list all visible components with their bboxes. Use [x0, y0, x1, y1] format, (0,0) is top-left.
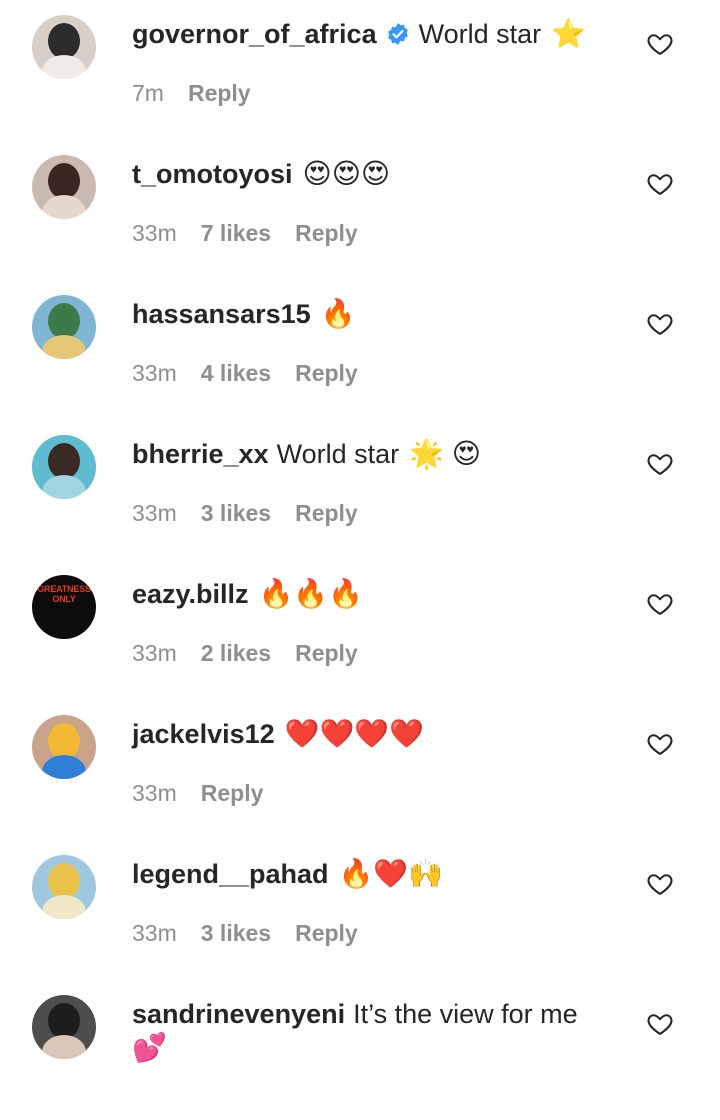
- comment-row: governor_of_africa World star ⭐ 7m Reply: [0, 0, 720, 140]
- comment-body: jackelvis12 ❤️❤️❤️❤️: [132, 714, 424, 754]
- comment-meta: 7m Reply: [132, 78, 275, 108]
- avatar[interactable]: [32, 295, 96, 359]
- comment-time: 33m: [132, 919, 177, 946]
- avatar-label: GREATNESS ONLY: [37, 584, 91, 604]
- comment-meta: 33m 3 likes Reply: [132, 918, 382, 948]
- heart-outline-icon[interactable]: [646, 30, 674, 58]
- comment-meta: 33m 2 likes Reply: [132, 638, 382, 668]
- comment-username[interactable]: bherrie_xx: [132, 436, 269, 472]
- reply-button[interactable]: Reply: [295, 500, 358, 527]
- comment-text: World star: [418, 19, 542, 49]
- comment-emoji: ❤️❤️❤️❤️: [284, 718, 425, 749]
- comment-row: t_omotoyosi 😍😍😍 33m 7 likes Reply: [0, 140, 720, 280]
- comment-body: governor_of_africa World star ⭐: [132, 14, 586, 54]
- comment-body: legend__pahad 🔥❤️🙌: [132, 854, 443, 894]
- comment-time: 33m: [132, 219, 177, 246]
- comment-row: GREATNESS ONLY eazy.billz 🔥🔥🔥 33m 2 likes Rep…: [0, 560, 720, 700]
- comment-row: sandrinevenyeni It’s the view for me 💕: [0, 980, 720, 1120]
- comment-likes[interactable]: 3 likes: [201, 500, 271, 527]
- comment-username[interactable]: governor_of_africa: [132, 16, 377, 52]
- avatar[interactable]: [32, 155, 96, 219]
- reply-button[interactable]: Reply: [295, 640, 358, 667]
- comment-likes[interactable]: 7 likes: [201, 220, 271, 247]
- comment-emoji: 🌟 😍: [409, 438, 481, 469]
- avatar[interactable]: GREATNESS ONLY: [32, 575, 96, 639]
- comment-emoji: 🔥❤️🙌: [338, 858, 444, 889]
- comment-row: bherrie_xx World star 🌟 😍 33m 3 likes Reply: [0, 420, 720, 560]
- avatar[interactable]: [32, 15, 96, 79]
- heart-outline-icon[interactable]: [646, 310, 674, 338]
- comment-body: sandrinevenyeni It’s the view for me: [132, 994, 578, 1034]
- comment-time: 33m: [132, 499, 177, 526]
- avatar[interactable]: [32, 855, 96, 919]
- comment-username[interactable]: t_omotoyosi: [132, 156, 293, 192]
- comment-likes[interactable]: 4 likes: [201, 360, 271, 387]
- comment-body: t_omotoyosi 😍😍😍: [132, 154, 390, 194]
- reply-button[interactable]: Reply: [295, 220, 358, 247]
- comment-time: 33m: [132, 359, 177, 386]
- heart-outline-icon[interactable]: [646, 590, 674, 618]
- comment-emoji: 🔥: [320, 298, 356, 329]
- comment-emoji: 💕: [132, 1032, 167, 1063]
- comment-row: hassansars15 🔥 33m 4 likes Reply: [0, 280, 720, 420]
- avatar[interactable]: [32, 715, 96, 779]
- comment-time: 7m: [132, 79, 164, 106]
- comment-emoji: 🔥🔥🔥: [258, 578, 364, 609]
- comment-meta: 33m 3 likes Reply: [132, 498, 382, 528]
- comment-row: jackelvis12 ❤️❤️❤️❤️ 33m Reply: [0, 700, 720, 840]
- comment-meta: 33m Reply: [132, 778, 287, 808]
- comment-row: legend__pahad 🔥❤️🙌 33m 3 likes Reply: [0, 840, 720, 980]
- comment-body: bherrie_xx World star 🌟 😍: [132, 434, 481, 474]
- comment-likes[interactable]: 2 likes: [201, 640, 271, 667]
- avatar[interactable]: [32, 995, 96, 1059]
- comment-emoji: ⭐: [551, 18, 586, 49]
- reply-button[interactable]: Reply: [188, 80, 251, 107]
- comment-meta: 33m 7 likes Reply: [132, 218, 382, 248]
- comment-text: World star: [276, 439, 400, 469]
- reply-button[interactable]: Reply: [201, 780, 264, 807]
- reply-button[interactable]: Reply: [295, 920, 358, 947]
- heart-outline-icon[interactable]: [646, 1010, 674, 1038]
- reply-button[interactable]: Reply: [295, 360, 358, 387]
- comment-username[interactable]: jackelvis12: [132, 716, 275, 752]
- verified-badge-icon: [385, 21, 411, 47]
- comment-body: eazy.billz 🔥🔥🔥: [132, 574, 363, 614]
- comment-emoji: 😍😍😍: [302, 158, 391, 189]
- comment-time: 33m: [132, 779, 177, 806]
- comment-username[interactable]: eazy.billz: [132, 576, 249, 612]
- heart-outline-icon[interactable]: [646, 730, 674, 758]
- heart-outline-icon[interactable]: [646, 870, 674, 898]
- heart-outline-icon[interactable]: [646, 170, 674, 198]
- comment-meta: 33m 4 likes Reply: [132, 358, 382, 388]
- comment-username[interactable]: hassansars15: [132, 296, 311, 332]
- comment-text: It’s the view for me: [353, 999, 578, 1029]
- comment-body: hassansars15 🔥: [132, 294, 356, 334]
- comment-likes[interactable]: 3 likes: [201, 920, 271, 947]
- comment-username[interactable]: legend__pahad: [132, 856, 329, 892]
- avatar[interactable]: [32, 435, 96, 499]
- comment-username[interactable]: sandrinevenyeni: [132, 996, 345, 1032]
- heart-outline-icon[interactable]: [646, 450, 674, 478]
- comment-time: 33m: [132, 639, 177, 666]
